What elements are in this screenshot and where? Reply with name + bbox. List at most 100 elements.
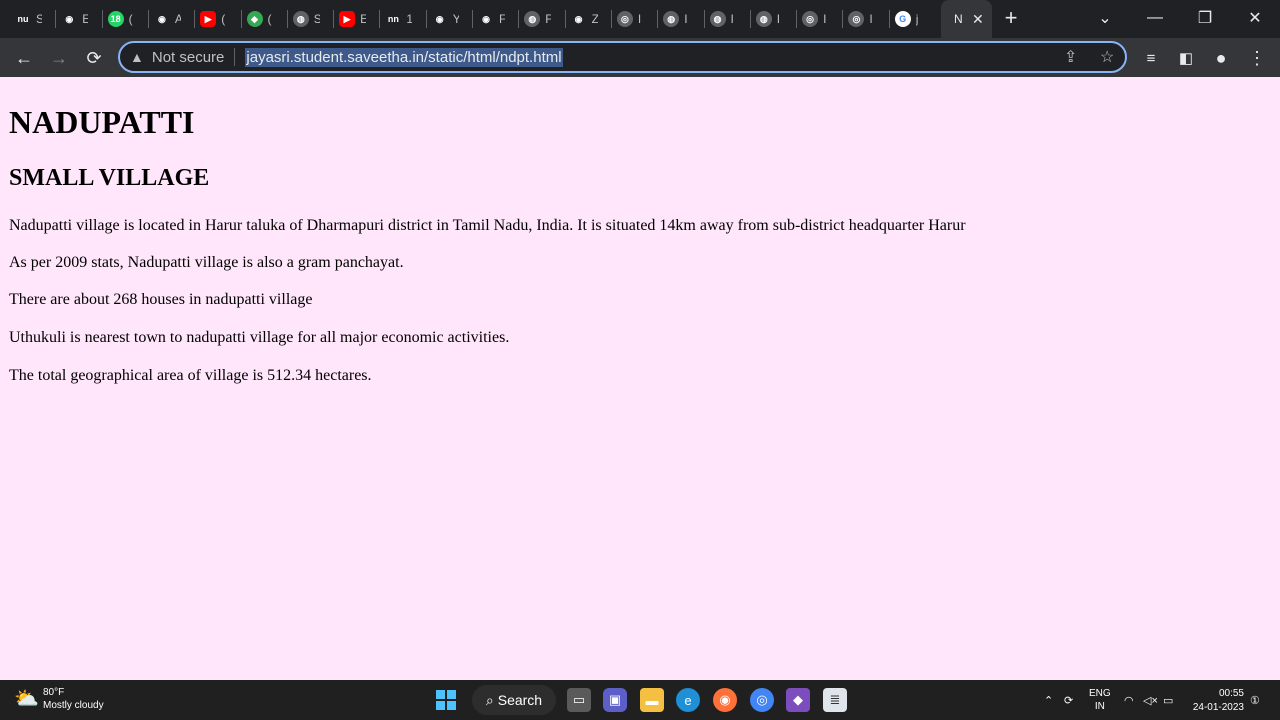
- cloud-sun-icon: ⛅: [14, 688, 39, 710]
- tab-15[interactable]: ◍ I: [663, 5, 690, 33]
- teams-chat-icon[interactable]: ▣: [603, 688, 627, 712]
- profile-avatar-icon[interactable]: ●: [1207, 44, 1235, 72]
- search-icon: ⌕: [485, 691, 494, 708]
- tab-20[interactable]: Gj: [894, 5, 922, 33]
- paragraph-area: The total geographical area of village i…: [9, 367, 372, 384]
- minimize-icon[interactable]: —: [1135, 4, 1175, 32]
- github-icon: ◉: [570, 11, 587, 27]
- menu-kebab-icon[interactable]: ⋮: [1243, 44, 1271, 72]
- tab-14[interactable]: ◎ I: [616, 5, 644, 33]
- weather-widget[interactable]: ⛅ 80°F Mostly cloudy: [14, 686, 104, 712]
- clock-time: 00:55: [1218, 688, 1244, 699]
- close-tab-icon[interactable]: ✕: [972, 11, 984, 28]
- tab-separator: [147, 10, 149, 28]
- share-icon[interactable]: ⇪: [1064, 47, 1077, 67]
- tab-12[interactable]: ◍ F: [524, 5, 551, 33]
- back-arrow-icon[interactable]: ←: [10, 44, 38, 72]
- github-icon: ◉: [478, 11, 494, 27]
- tab-17[interactable]: ◍ I: [755, 5, 783, 33]
- tab-separator: [55, 10, 57, 28]
- tab-separator: [888, 10, 890, 28]
- tab-16[interactable]: ◍ I: [709, 5, 737, 33]
- tab-strip: nu S ◉ E 18(◉ A ▶(◆(◍ S ▶ Enn 1 ◉ Y ◉ F ◍ F ◉ Z ◎ I ◍ I ◍ I ◍ I ◎ I ◎…: [0, 0, 1280, 38]
- tab-separator: [796, 10, 798, 28]
- tab-separator: [703, 10, 705, 28]
- tab-18[interactable]: ◎ I: [802, 5, 829, 33]
- tab-separator: [842, 10, 844, 28]
- globe-icon: ◍: [292, 11, 309, 27]
- reading-list-icon[interactable]: ≡: [1137, 44, 1165, 72]
- edge-browser-icon[interactable]: e: [676, 688, 700, 712]
- chrome-icon[interactable]: ◎: [750, 688, 774, 712]
- tab-label: F: [499, 12, 505, 26]
- tab-7[interactable]: ◍ S: [292, 5, 320, 33]
- firefox-icon[interactable]: ◉: [713, 688, 737, 712]
- visual-studio-icon[interactable]: ◆: [786, 688, 810, 712]
- close-window-icon[interactable]: ✕: [1235, 4, 1275, 32]
- weather-temp: 80°F: [43, 687, 65, 698]
- system-clock[interactable]: 00:55 24-01-2023: [1186, 687, 1244, 715]
- bookmark-star-icon[interactable]: ☆: [1100, 47, 1114, 67]
- language-indicator[interactable]: ENG IN: [1089, 680, 1111, 720]
- clock-date: 24-01-2023: [1192, 702, 1244, 713]
- address-bar[interactable]: ▲ Not secure jayasri.student.saveetha.in…: [118, 41, 1127, 73]
- tab-6[interactable]: ◆(: [246, 5, 274, 33]
- page-content: NADUPATTI SMALL VILLAGE Nadupatti villag…: [0, 77, 1280, 680]
- tab-label: I: [637, 12, 642, 26]
- tab-separator: [564, 10, 566, 28]
- tab-10[interactable]: ◉ Y: [431, 5, 459, 33]
- tab-label: E: [82, 12, 89, 26]
- tab-5[interactable]: ▶(: [200, 5, 227, 33]
- tab-11[interactable]: ◉ F: [478, 5, 505, 33]
- tab-label: A: [174, 12, 181, 26]
- tab-9[interactable]: nn 1: [385, 5, 412, 33]
- tab-4[interactable]: ◉ A: [153, 5, 181, 33]
- not-secure-label[interactable]: Not secure: [152, 49, 225, 66]
- tab-active[interactable]: N ✕: [941, 0, 992, 38]
- tray-chevron-up-icon[interactable]: ⌃: [1044, 680, 1053, 720]
- tab-separator: [657, 10, 659, 28]
- tab-separator: [472, 10, 473, 28]
- globe-icon: ◍: [663, 11, 680, 27]
- side-panel-icon[interactable]: ◧: [1172, 44, 1200, 72]
- wifi-icon[interactable]: ◠: [1124, 680, 1134, 720]
- browser-toolbar: ← → ⟳ ▲ Not secure jayasri.student.savee…: [0, 38, 1280, 77]
- sync-icon[interactable]: ⟳: [1064, 680, 1073, 720]
- tab-separator: [101, 10, 103, 28]
- page-heading: NADUPATTI: [9, 104, 195, 140]
- favicon-icon: nu: [15, 11, 31, 27]
- url-text[interactable]: jayasri.student.saveetha.in/static/html/…: [245, 47, 563, 67]
- task-view-icon[interactable]: ▭: [567, 688, 591, 712]
- tab-separator: [518, 10, 520, 28]
- tab-separator: [425, 10, 427, 28]
- forward-arrow-icon[interactable]: →: [45, 44, 73, 72]
- reload-icon[interactable]: ⟳: [80, 44, 108, 72]
- notifications-icon[interactable]: ①: [1250, 680, 1260, 720]
- tab-3[interactable]: 18 (: [107, 5, 135, 33]
- windows-start-icon[interactable]: [434, 688, 458, 712]
- warning-icon[interactable]: ▲: [130, 49, 144, 65]
- tab-label: I: [776, 12, 781, 26]
- google-icon: G: [894, 11, 911, 27]
- speaker-muted-icon[interactable]: ◁×: [1143, 680, 1158, 720]
- weather-desc: Mostly cloudy: [43, 700, 104, 711]
- tab-19[interactable]: ◎ I: [848, 5, 875, 33]
- tab-13[interactable]: ◉ Z: [570, 5, 598, 33]
- paragraph-location: Nadupatti village is located in Harur ta…: [9, 217, 966, 234]
- github-icon: ◉: [61, 11, 78, 27]
- file-explorer-icon[interactable]: ▬: [640, 688, 664, 712]
- tab-8[interactable]: ▶ E: [339, 5, 366, 33]
- tab-2[interactable]: ◉ E: [61, 5, 88, 33]
- restore-icon[interactable]: ❐: [1185, 4, 1225, 32]
- tab-label: (: [128, 12, 133, 26]
- tab-label: (: [267, 12, 272, 26]
- tab-1[interactable]: nu S: [15, 5, 42, 33]
- notepad-icon[interactable]: ≣: [823, 688, 847, 712]
- tab-separator: [286, 10, 288, 28]
- new-tab-button[interactable]: +: [999, 7, 1023, 31]
- active-tab-label: N: [954, 12, 963, 26]
- tab-search-chevron-down-icon[interactable]: ⌄: [1085, 4, 1125, 32]
- battery-icon[interactable]: ▭: [1163, 680, 1173, 720]
- windows-taskbar: ⛅ 80°F Mostly cloudy ⌕ Search ▭ ▣ ▬ e ◉ …: [0, 680, 1280, 720]
- taskbar-search[interactable]: ⌕ Search: [472, 685, 556, 715]
